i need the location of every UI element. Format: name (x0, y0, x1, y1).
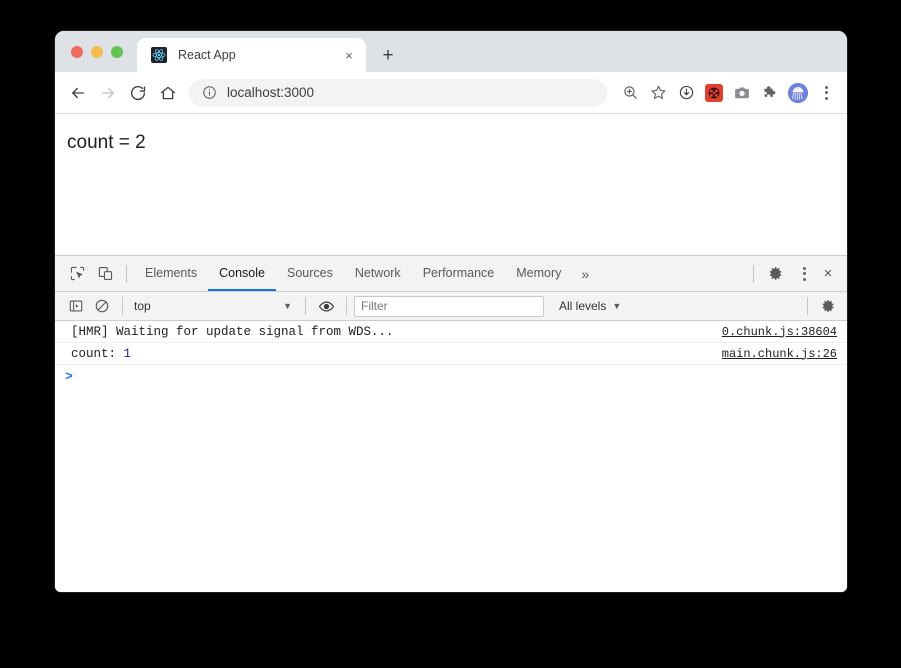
toolbar-divider-right (753, 264, 754, 283)
inspect-element-icon[interactable] (63, 261, 91, 287)
browser-tab-react-app[interactable]: React App × (137, 38, 366, 72)
download-circle-icon[interactable] (673, 80, 699, 106)
console-source-link[interactable]: main.chunk.js:26 (722, 347, 837, 361)
page-content-text: count = 2 (67, 132, 146, 153)
live-expression-eye-icon[interactable] (313, 294, 339, 318)
react-logo-icon (151, 47, 167, 63)
extension-red-badge (705, 83, 723, 102)
page-viewport: count = 2 (55, 114, 847, 255)
devtools-panel: Elements Console Sources Network Perform… (55, 255, 847, 592)
tab-strip: React App × + (55, 31, 847, 72)
forward-arrow-icon (93, 78, 123, 108)
chevron-down-icon: ▼ (283, 301, 292, 311)
console-sidebar-icon[interactable] (63, 294, 89, 318)
address-bar[interactable]: localhost:3000 (189, 78, 607, 107)
profile-avatar-icon[interactable] (785, 80, 811, 106)
table-row[interactable]: [HMR] Waiting for update signal from WDS… (55, 321, 847, 343)
zoom-icon[interactable] (617, 80, 643, 106)
console-context-selector[interactable]: top ▼ (130, 295, 298, 317)
window-maximize-button[interactable] (111, 45, 123, 58)
devtools-close-icon[interactable]: × (815, 261, 841, 287)
console-prompt-caret-icon: > (65, 368, 73, 384)
tab-sources[interactable]: Sources (276, 256, 344, 291)
console-divider-3 (346, 297, 347, 315)
tab-console[interactable]: Console (208, 256, 276, 291)
info-circle-icon[interactable] (201, 85, 217, 101)
browser-tab-title: React App (178, 48, 236, 62)
console-prompt[interactable]: > (55, 365, 847, 387)
clear-console-icon[interactable] (89, 294, 115, 318)
console-message-list: [HMR] Waiting for update signal from WDS… (55, 321, 847, 592)
console-divider-4 (807, 297, 808, 315)
avatar (788, 82, 808, 103)
tab-elements[interactable]: Elements (134, 256, 208, 291)
tab-network[interactable]: Network (344, 256, 412, 291)
address-bar-url: localhost:3000 (227, 85, 315, 100)
console-divider-2 (305, 297, 306, 315)
toolbar-divider (126, 264, 127, 283)
reload-icon[interactable] (123, 78, 153, 108)
console-message-text: [HMR] Waiting for update signal from WDS… (71, 324, 394, 339)
extension-red-icon[interactable] (701, 80, 727, 106)
screenshot-camera-icon[interactable] (729, 80, 755, 106)
browser-navigation-toolbar: localhost:3000 (55, 72, 847, 114)
console-message-text: count: (71, 346, 124, 361)
console-toolbar: top ▼ Filter All levels ▼ (55, 292, 847, 321)
console-log-levels-value: All levels (559, 299, 607, 313)
window-traffic-lights (55, 31, 133, 72)
back-arrow-icon[interactable] (63, 78, 93, 108)
console-context-value: top (134, 299, 151, 313)
tab-performance[interactable]: Performance (412, 256, 506, 291)
new-tab-button[interactable]: + (374, 41, 402, 69)
three-dot-menu-icon[interactable] (815, 82, 837, 104)
more-tabs-chevron-icon[interactable]: » (572, 261, 598, 287)
home-icon[interactable] (153, 78, 183, 108)
console-source-link[interactable]: 0.chunk.js:38604 (722, 325, 837, 339)
console-message-value: 1 (123, 346, 132, 361)
devtools-tab-bar: Elements Console Sources Network Perform… (55, 256, 847, 292)
console-message-group: count: 1 (71, 347, 131, 361)
chevron-down-icon-levels: ▼ (612, 301, 622, 311)
bookmark-star-icon[interactable] (645, 80, 671, 106)
console-filter-input[interactable]: Filter (354, 295, 544, 317)
browser-window: React App × + localhost:3000 count = 2 E… (55, 31, 847, 592)
tab-close-icon[interactable]: × (340, 46, 358, 64)
extensions-puzzle-icon[interactable] (757, 80, 783, 106)
tab-memory[interactable]: Memory (505, 256, 572, 291)
screen-backdrop: React App × + localhost:3000 count = 2 E… (0, 0, 901, 668)
table-row[interactable]: count: 1 main.chunk.js:26 (55, 343, 847, 365)
devtools-three-dot-menu-icon[interactable] (793, 263, 815, 285)
console-divider-1 (122, 297, 123, 315)
window-close-button[interactable] (71, 45, 83, 58)
window-minimize-button[interactable] (91, 45, 103, 58)
console-log-levels-selector[interactable]: All levels ▼ (555, 295, 625, 317)
gear-icon[interactable] (761, 261, 789, 287)
device-toolbar-icon[interactable] (91, 261, 119, 287)
console-settings-gear-icon[interactable] (815, 294, 841, 318)
